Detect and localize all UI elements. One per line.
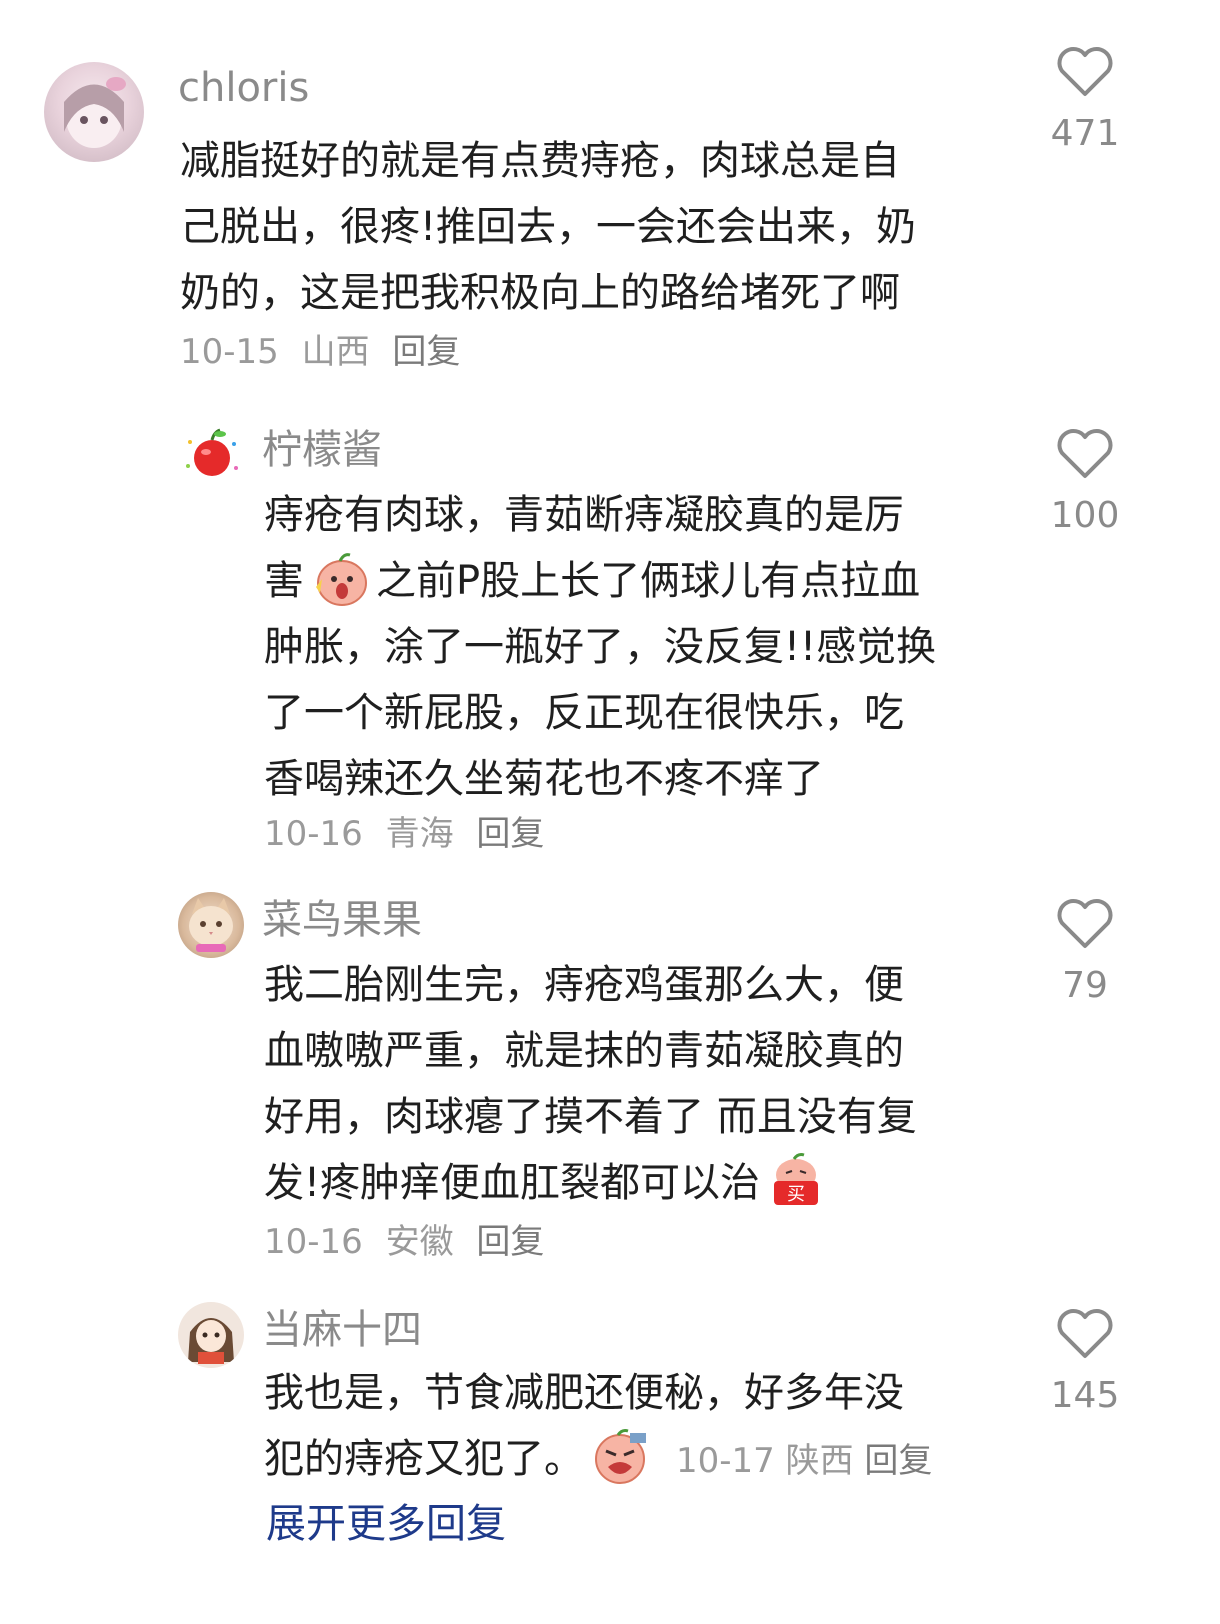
comment-line: 痔疮有肉球，青茹断痔凝胶真的是厉 [264, 492, 904, 538]
comment-line: 好用，肉球瘪了摸不着了 而且没有复 [264, 1094, 917, 1140]
heart-icon [1057, 47, 1113, 96]
heart-icon [1057, 429, 1113, 478]
comment-line-part: 发!疼肿痒便血肛裂都可以治 [264, 1160, 761, 1206]
comment-date: 10-16 [264, 814, 363, 854]
comment-location: 山西 [301, 332, 370, 372]
username[interactable]: 菜鸟果果 [262, 896, 422, 944]
comment-meta: 10-16 安徽 回复 [264, 1222, 556, 1262]
like-button[interactable]: 79 [1030, 898, 1140, 1008]
comment-line: 肿胀，涂了一瓶好了，没反复!!感觉换 [264, 624, 937, 670]
comment-line: 奶的，这是把我积极向上的路给堵死了啊 [180, 270, 900, 316]
comment-date: 10-16 [264, 1222, 363, 1262]
comment-line-part: 犯的痔疮又犯了。 [264, 1436, 584, 1482]
like-button[interactable]: 145 [1030, 1308, 1140, 1418]
comment-meta: 10-16 青海 回复 [264, 814, 556, 854]
reply-button[interactable]: 回复 [476, 814, 544, 854]
comment-line: 己脱出，很疼!推回去，一会还会出来，奶 [180, 204, 917, 250]
like-count: 145 [1050, 1375, 1120, 1416]
heart-icon [1057, 1309, 1113, 1358]
comment-line: 发!疼肿痒便血肛裂都可以治 买 [264, 1150, 1084, 1216]
comment-body: 我二胎刚生完，痔疮鸡蛋那么大，便 血嗷嗷严重，就是抹的青茹凝胶真的 好用，肉球瘪… [264, 952, 1084, 1216]
expand-more-replies-button[interactable]: 展开更多回复 [266, 1500, 506, 1548]
anime-girl-avatar-icon [188, 1318, 234, 1364]
username[interactable]: 柠檬酱 [262, 426, 382, 474]
avatar[interactable] [178, 1302, 244, 1368]
cat-avatar-icon [189, 898, 233, 952]
comment-meta: 10-15 山西 回复 [180, 332, 472, 372]
crying-face-emoji-icon [595, 1429, 646, 1484]
comment-body: 减脂挺好的就是有点费痔疮，肉球总是自 己脱出，很疼!推回去，一会还会出来，奶 奶… [180, 128, 1000, 326]
comment-location: 陕西 [785, 1441, 854, 1481]
buy-sticker-emoji-icon: 买 [774, 1153, 819, 1205]
comment-line: 香喝辣还久坐菊花也不疼不痒了 [264, 756, 824, 802]
comment-line-part: 害 [264, 558, 304, 604]
like-button[interactable]: 100 [1030, 428, 1140, 538]
like-button[interactable]: 471 [1030, 46, 1140, 156]
comment-location: 青海 [385, 814, 454, 854]
avatar[interactable] [180, 422, 244, 486]
comment-line: 我二胎刚生完，痔疮鸡蛋那么大，便 [264, 962, 904, 1008]
comment-meta: 10-17 陕西 回复 [676, 1441, 932, 1481]
apple-avatar-icon [186, 428, 238, 476]
avatar[interactable] [178, 892, 244, 958]
comment-body: 痔疮有肉球，青茹断痔凝胶真的是厉 害 之前P股上长了俩球儿有点拉血 肿胀，涂了一… [264, 482, 1084, 812]
comment-line: 减脂挺好的就是有点费痔疮，肉球总是自 [180, 138, 900, 184]
buy-sticker-text: 买 [787, 1184, 805, 1205]
comment-date: 10-15 [180, 332, 279, 372]
comment-body: 我也是，节食减肥还便秘，好多年没 犯的痔疮又犯了。 10-17 陕西 回复 [264, 1360, 1164, 1494]
username[interactable]: 当麻十四 [262, 1306, 422, 1354]
like-count: 100 [1050, 495, 1120, 536]
username[interactable]: chloris [178, 64, 309, 112]
shocked-face-emoji-icon [316, 553, 367, 606]
reply-button[interactable]: 回复 [476, 1222, 544, 1262]
comment-location: 安徽 [385, 1222, 454, 1262]
reply-button[interactable]: 回复 [392, 332, 460, 372]
comment-line: 我也是，节食减肥还便秘，好多年没 [264, 1370, 904, 1416]
avatar[interactable] [44, 62, 144, 162]
comment-line-part: 之前P股上长了俩球儿有点拉血 [376, 558, 921, 604]
heart-icon [1057, 899, 1113, 948]
comment-line: 了一个新屁股，反正现在很快乐，吃 [264, 690, 904, 736]
comment-line: 血嗷嗷严重，就是抹的青茹凝胶真的 [264, 1028, 904, 1074]
like-count: 79 [1062, 965, 1108, 1006]
reply-button[interactable]: 回复 [864, 1441, 932, 1481]
like-count: 471 [1050, 113, 1120, 154]
comment-line: 犯的痔疮又犯了。 10-17 陕西 回复 [264, 1426, 1164, 1494]
comment-line: 害 之前P股上长了俩球儿有点拉血 [264, 548, 1084, 614]
avatar-image-icon [64, 77, 126, 148]
comment-date: 10-17 [676, 1441, 775, 1481]
